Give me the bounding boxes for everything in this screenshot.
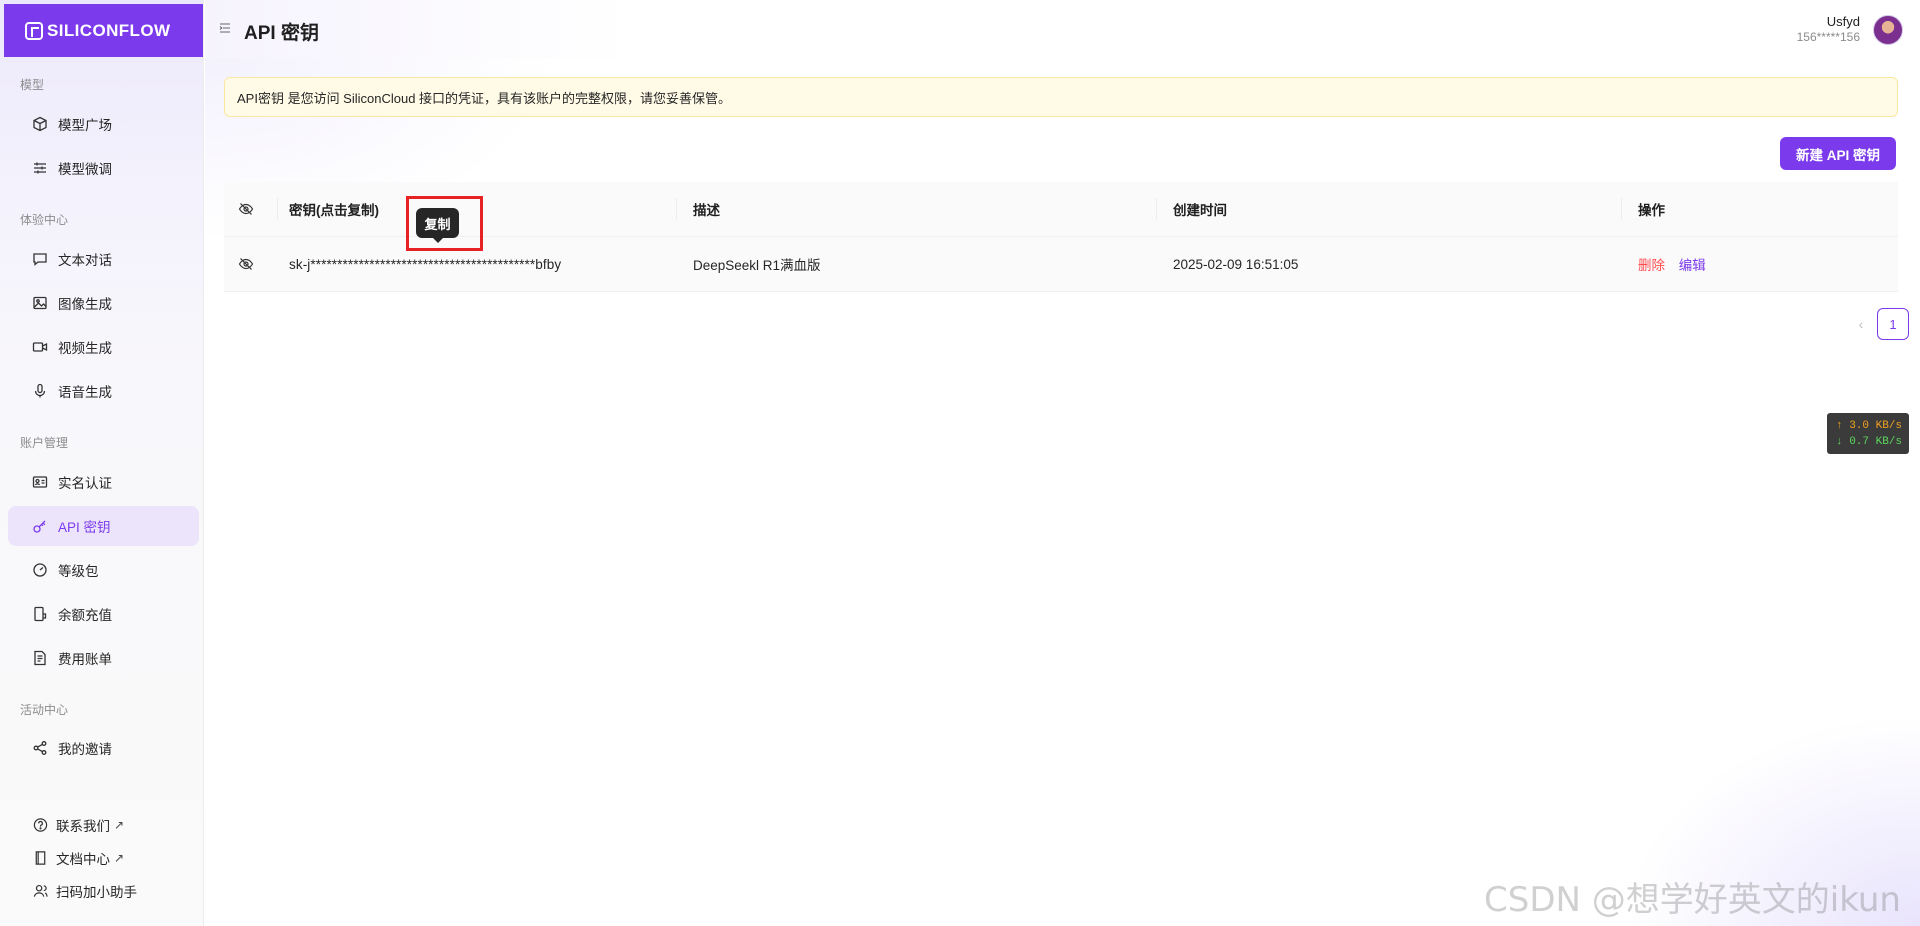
toggle-key-visibility[interactable]	[224, 256, 278, 272]
network-speed-widget: ↑ 3.0 KB/s ↓ 0.7 KB/s	[1827, 413, 1909, 454]
sidebar-item-video-gen[interactable]: 视频生成	[8, 327, 199, 367]
sidebar-item-model-finetune[interactable]: 模型微调	[8, 148, 199, 188]
upload-speed: ↑ 3.0 KB/s	[1836, 420, 1903, 432]
chat-icon	[32, 251, 48, 267]
prev-page-button[interactable]: ‹	[1845, 308, 1877, 340]
bottom-link-label: 联系我们	[56, 819, 110, 834]
gauge-icon	[32, 562, 48, 578]
bottom-link-label: 文档中心	[56, 852, 110, 867]
sidebar-item-real-name[interactable]: 实名认证	[8, 462, 199, 502]
share-icon	[32, 740, 48, 756]
bill-icon	[32, 650, 48, 666]
eye-off-icon	[238, 203, 254, 215]
sidebar-item-label: 视频生成	[58, 341, 112, 356]
row-actions: 删除 编辑	[1622, 254, 1898, 274]
sidebar-item-label: API 密钥	[58, 520, 111, 535]
sidebar-item-label: 我的邀请	[58, 742, 112, 757]
key-icon	[32, 518, 48, 534]
sidebar-item-api-keys[interactable]: API 密钥	[8, 506, 199, 546]
brand-logo[interactable]: SILICONFLOW	[4, 4, 203, 57]
next-page-button[interactable]: ›	[1909, 308, 1920, 340]
section-label-models: 模型	[20, 78, 45, 92]
app-window: SILICONFLOW 模型 模型广场 模型微调 体验中心 文本对话 图像生成 …	[0, 0, 1920, 926]
sidebar-item-label: 图像生成	[58, 297, 112, 312]
annotation-highlight-box	[406, 196, 483, 251]
bottom-link-label: 扫码加小助手	[56, 885, 137, 900]
user-phone: 156*****156	[1796, 30, 1860, 44]
sidebar-item-recharge[interactable]: 余额充值	[8, 594, 199, 634]
image-icon	[32, 295, 48, 311]
column-header-description: 描述	[693, 203, 720, 218]
eye-off-icon	[238, 258, 254, 270]
page-number-current[interactable]: 1	[1877, 308, 1909, 340]
external-link-icon: ↗	[114, 851, 125, 865]
sidebar-item-label: 模型微调	[58, 162, 112, 177]
section-label-activity: 活动中心	[20, 703, 69, 717]
key-created-time: 2025-02-09 16:51:05	[1173, 256, 1299, 272]
sliders-icon	[32, 160, 48, 176]
video-icon	[32, 339, 48, 355]
key-description: DeepSeekl R1满血版	[693, 258, 821, 273]
sidebar-item-billing[interactable]: 费用账单	[8, 638, 199, 678]
section-label-account: 账户管理	[20, 436, 69, 450]
watermark: CSDN @想学好英文的ikun	[1484, 880, 1901, 920]
sidebar: SILICONFLOW 模型 模型广场 模型微调 体验中心 文本对话 图像生成 …	[0, 0, 204, 926]
external-link-icon: ↗	[114, 818, 125, 832]
main-content: API密钥 是您访问 SiliconCloud 接口的凭证，具有该账户的完整权限…	[205, 58, 1920, 926]
pagination: ‹ 1 ›	[1845, 308, 1920, 340]
id-card-icon	[32, 474, 48, 490]
cube-icon	[32, 116, 48, 132]
sidebar-item-label: 余额充值	[58, 608, 112, 623]
section-label-experience: 体验中心	[20, 213, 69, 227]
menu-collapse-icon[interactable]	[219, 22, 231, 34]
sidebar-item-label: 实名认证	[58, 476, 112, 491]
brand-name: SILICONFLOW	[47, 20, 171, 40]
avatar[interactable]	[1873, 15, 1903, 45]
sidebar-item-label: 语音生成	[58, 385, 112, 400]
sidebar-item-model-plaza[interactable]: 模型广场	[8, 104, 199, 144]
sidebar-item-text-chat[interactable]: 文本对话	[8, 239, 199, 279]
logo-icon	[25, 21, 43, 40]
user-name: Usfyd	[1826, 14, 1860, 29]
microphone-icon	[32, 383, 48, 399]
assistant-qr-link[interactable]: 扫码加小助手	[33, 880, 137, 902]
notice-banner: API密钥 是您访问 SiliconCloud 接口的凭证，具有该账户的完整权限…	[224, 77, 1898, 117]
column-header-actions: 操作	[1638, 203, 1665, 218]
contact-us-link[interactable]: 联系我们 ↗	[33, 814, 124, 836]
sidebar-item-voice-gen[interactable]: 语音生成	[8, 371, 199, 411]
new-api-key-button[interactable]: 新建 API 密钥	[1780, 137, 1896, 170]
help-icon	[33, 818, 48, 833]
sidebar-item-image-gen[interactable]: 图像生成	[8, 283, 199, 323]
column-header-created: 创建时间	[1173, 203, 1227, 218]
sidebar-item-label: 文本对话	[58, 253, 112, 268]
page-title: API 密钥	[244, 23, 319, 44]
edit-key-link[interactable]: 编辑	[1679, 258, 1706, 273]
docs-center-link[interactable]: 文档中心 ↗	[33, 847, 124, 869]
sidebar-item-level-pack[interactable]: 等级包	[8, 550, 199, 590]
user-icon	[33, 884, 48, 899]
api-key-value[interactable]: sk-j************************************…	[278, 257, 677, 272]
delete-key-link[interactable]: 删除	[1638, 258, 1665, 273]
sidebar-item-invitations[interactable]: 我的邀请	[8, 728, 199, 768]
sidebar-item-label: 费用账单	[58, 652, 112, 667]
download-speed: ↓ 0.7 KB/s	[1836, 436, 1903, 448]
sidebar-item-label: 模型广场	[58, 118, 112, 133]
top-bar: API 密钥 V L0 Usfyd 156*****156	[205, 0, 1920, 58]
book-icon	[33, 851, 48, 866]
sidebar-item-label: 等级包	[58, 564, 99, 579]
wallet-icon	[32, 606, 48, 622]
toggle-all-visibility[interactable]	[224, 201, 278, 217]
